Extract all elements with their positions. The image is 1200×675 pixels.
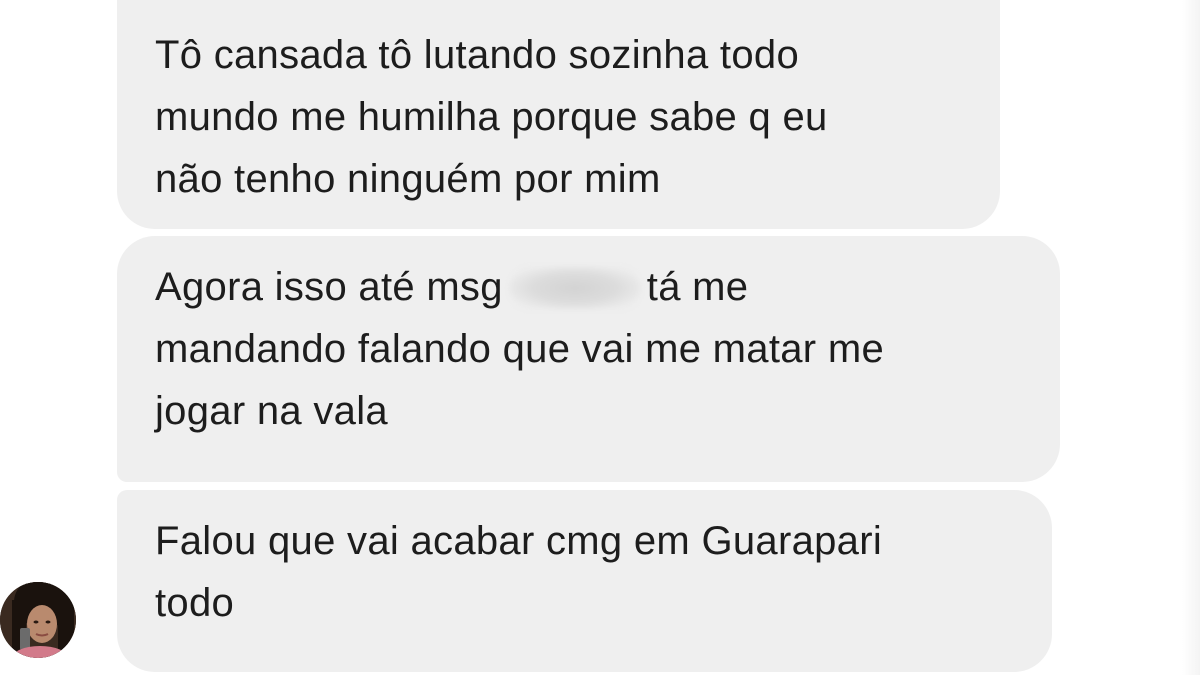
- message-text-line: Tô cansada tô lutando sozinha todo: [155, 33, 799, 77]
- profile-photo-icon: [0, 582, 76, 658]
- chat-thread: Tô cansada tô lutando sozinha todo mundo…: [0, 0, 1200, 675]
- redacted-name-blur: [508, 266, 641, 310]
- message-text-line: mandando falando que vai me matar me: [155, 327, 885, 371]
- message-text-fragment: Agora isso até msg: [155, 265, 503, 309]
- message-text-line: Falou que vai acabar cmg em Guarapari: [155, 519, 883, 563]
- message-bubble[interactable]: Tô cansada tô lutando sozinha todo mundo…: [117, 0, 1000, 229]
- message-bubble[interactable]: Agora isso até msg tá me mandando falando…: [117, 236, 1060, 482]
- message-text-line: mundo me humilha porque sabe q eu: [155, 95, 828, 139]
- message-text-line: todo: [155, 581, 235, 625]
- message-text-line: não tenho ninguém por mim: [155, 157, 661, 201]
- message-text-line: jogar na vala: [155, 389, 388, 433]
- avatar[interactable]: [0, 582, 76, 658]
- message-bubble[interactable]: Falou que vai acabar cmg em Guarapari to…: [117, 490, 1052, 672]
- message-text-fragment: tá me: [646, 265, 749, 309]
- scroll-edge: [1182, 0, 1200, 675]
- message-text-line: Agora isso até msg tá me: [155, 256, 1030, 318]
